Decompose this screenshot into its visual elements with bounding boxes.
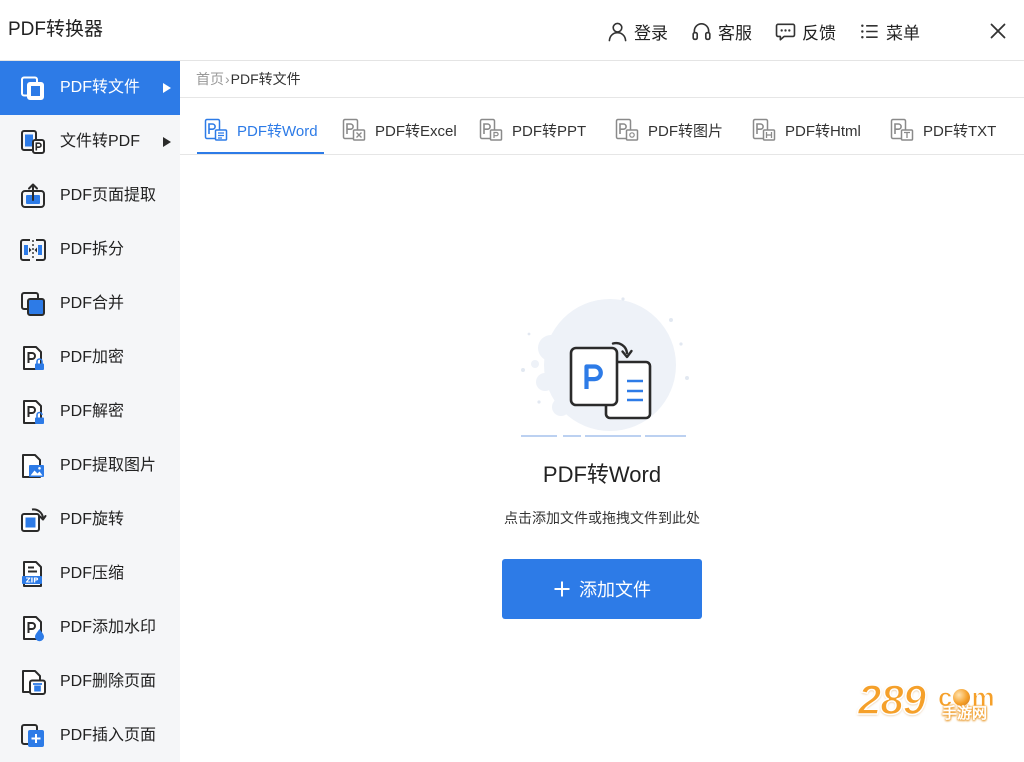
pdf-excel-icon	[342, 118, 366, 141]
conversion-tabs: PDF转Word PDF转Excel PDF转PPT PDF转图片 PDF转Ht…	[180, 98, 1024, 155]
watermark-drop-icon	[23, 616, 44, 642]
feedback-button[interactable]: 反馈	[775, 19, 836, 43]
tab-label: PDF转图片	[648, 122, 724, 140]
sidebar-item-label: PDF加密	[60, 349, 125, 366]
pdf-ppt-icon	[479, 118, 503, 141]
watermark-ball-icon	[953, 688, 971, 706]
add-file-button[interactable]: 添加文件	[502, 559, 702, 619]
breadcrumb-current: PDF转文件	[230, 71, 301, 87]
convert-to-file-icon	[21, 76, 44, 100]
user-icon	[608, 22, 627, 41]
sidebar-item-extract-images[interactable]: PDF提取图片	[0, 439, 180, 493]
sidebar-item-pdf-to-file[interactable]: PDF转文件	[0, 61, 180, 115]
dropzone-hint: 点击添加文件或拖拽文件到此处	[504, 510, 700, 526]
tab-pdf-to-txt[interactable]: PDF转TXT	[883, 98, 1002, 154]
watermark-digits: 289	[857, 675, 927, 724]
app-title: PDF转换器	[8, 19, 104, 40]
title-bar: PDF转换器 登录 客服 反馈 菜单	[0, 0, 1024, 61]
sidebar-item-merge[interactable]: PDF合并	[0, 277, 180, 331]
pdf-to-word-illustration[interactable]	[505, 290, 705, 450]
tab-label: PDF转PPT	[512, 122, 587, 140]
login-label: 登录	[634, 23, 668, 43]
extract-page-icon	[21, 183, 45, 208]
sidebar-item-compress[interactable]: ZIP PDF压缩	[0, 547, 180, 601]
menu-label: 菜单	[886, 23, 920, 43]
sidebar-item-label: PDF压缩	[60, 565, 125, 582]
pdf-html-icon	[752, 118, 776, 141]
sidebar-item-label: PDF添加水印	[60, 619, 157, 636]
extract-image-icon	[22, 454, 44, 478]
sidebar-item-label: PDF转文件	[60, 79, 141, 96]
tab-pdf-to-word[interactable]: PDF转Word	[197, 98, 324, 154]
caret-right-icon	[163, 83, 171, 93]
plus-icon	[554, 581, 570, 597]
tab-label: PDF转TXT	[923, 122, 997, 140]
chat-icon	[775, 23, 796, 41]
login-button[interactable]: 登录	[607, 19, 668, 43]
pdf-word-icon	[204, 118, 228, 141]
sidebar-item-label: PDF合并	[60, 295, 125, 312]
insert-page-icon	[21, 724, 44, 747]
sidebar-item-split[interactable]: PDF拆分	[0, 223, 180, 277]
app-window: PDF转换器 登录 客服 反馈 菜单 PDF转文件 文件转PDF PDF页面提取…	[0, 0, 1024, 762]
support-label: 客服	[718, 23, 752, 43]
sidebar-item-decrypt[interactable]: PDF解密	[0, 385, 180, 439]
feedback-label: 反馈	[802, 23, 836, 43]
pdf-image-icon	[615, 118, 639, 141]
sidebar-item-label: 文件转PDF	[60, 133, 141, 150]
sidebar-item-label: PDF删除页面	[60, 673, 157, 690]
breadcrumb: 首页›PDF转文件	[180, 61, 1024, 98]
caret-right-icon	[163, 137, 171, 147]
tab-pdf-to-html[interactable]: PDF转Html	[745, 98, 867, 154]
tab-pdf-to-excel[interactable]: PDF转Excel	[335, 98, 463, 154]
sidebar-item-insert-pages[interactable]: PDF插入页面	[0, 709, 180, 762]
sidebar-item-extract-pages[interactable]: PDF页面提取	[0, 169, 180, 223]
headset-icon	[692, 22, 711, 40]
merge-icon	[21, 292, 45, 316]
delete-page-icon	[22, 670, 46, 695]
sidebar-item-rotate[interactable]: PDF旋转	[0, 493, 180, 547]
sidebar-item-file-to-pdf[interactable]: 文件转PDF	[0, 115, 180, 169]
sidebar-item-delete-pages[interactable]: PDF删除页面	[0, 655, 180, 709]
menu-button[interactable]: 菜单	[859, 19, 920, 43]
add-file-label: 添加文件	[579, 580, 651, 600]
sidebar: PDF转文件 文件转PDF PDF页面提取 PDF拆分 PDF合并 PDF加密 …	[0, 61, 180, 762]
watermark-tagline: 手游网	[942, 705, 988, 722]
main-panel: 首页›PDF转文件 PDF转Word PDF转Excel PDF转PPT PDF…	[180, 61, 1024, 762]
pdf-txt-icon	[890, 118, 914, 141]
tab-label: PDF转Word	[237, 122, 318, 140]
sidebar-item-label: PDF提取图片	[60, 457, 157, 474]
sidebar-item-label: PDF拆分	[60, 241, 125, 258]
menu-icon	[861, 24, 878, 38]
sidebar-item-label: PDF旋转	[60, 511, 125, 528]
rotate-icon	[21, 508, 47, 532]
sidebar-item-encrypt[interactable]: PDF加密	[0, 331, 180, 385]
sidebar-item-label: PDF页面提取	[60, 187, 157, 204]
zip-badge-text: ZIP	[26, 577, 39, 585]
dropzone-title: PDF转Word	[542, 462, 662, 487]
breadcrumb-separator: ›	[225, 71, 230, 87]
tab-label: PDF转Html	[785, 122, 861, 140]
file-to-pdf-icon	[21, 130, 45, 154]
watermark-logo: 289 c m 手游网	[857, 675, 1008, 730]
unlock-icon	[23, 400, 44, 424]
split-icon	[20, 239, 46, 261]
lock-icon	[23, 346, 44, 370]
sidebar-item-label: PDF解密	[60, 403, 125, 420]
tab-pdf-to-ppt[interactable]: PDF转PPT	[472, 98, 592, 154]
breadcrumb-home[interactable]: 首页	[196, 71, 224, 87]
close-icon	[990, 23, 1006, 39]
sidebar-item-label: PDF插入页面	[60, 727, 157, 744]
close-button[interactable]	[988, 21, 1008, 41]
zip-icon: ZIP	[22, 561, 42, 587]
sidebar-item-watermark[interactable]: PDF添加水印	[0, 601, 180, 655]
support-button[interactable]: 客服	[691, 19, 752, 43]
tab-label: PDF转Excel	[375, 122, 457, 140]
tab-pdf-to-image[interactable]: PDF转图片	[608, 98, 729, 154]
